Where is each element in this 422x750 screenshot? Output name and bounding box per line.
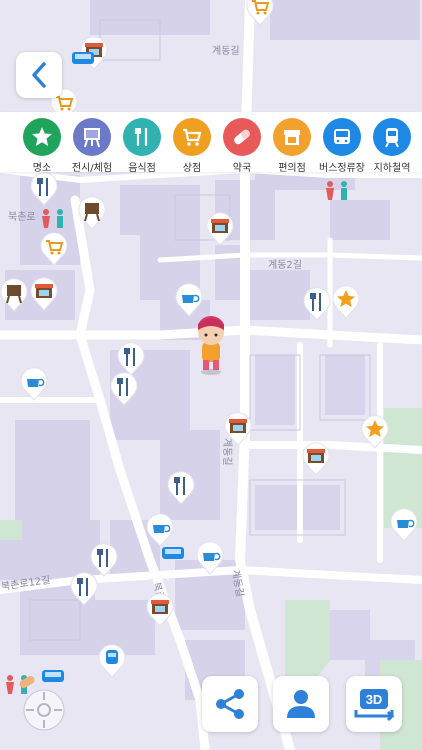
category-filter-bar: 명소 전시/체험 음식점 상점 약국 편의점 버스정류장 지하철역 bbox=[0, 112, 422, 174]
landmark-marker[interactable] bbox=[361, 415, 389, 449]
restaurant-marker[interactable] bbox=[30, 172, 58, 206]
easel-icon bbox=[7, 285, 21, 296]
cafe-marker[interactable] bbox=[20, 367, 48, 401]
restroom-marker[interactable] bbox=[320, 178, 356, 208]
coffee-icon bbox=[182, 295, 194, 303]
category-label: 음식점 bbox=[128, 163, 156, 174]
fork-knife-icon bbox=[123, 118, 161, 156]
coffee-icon bbox=[153, 525, 165, 533]
restaurant-marker[interactable] bbox=[167, 471, 195, 505]
easel-icon bbox=[73, 118, 111, 156]
street-label: 계동2길 bbox=[268, 260, 302, 271]
user-avatar[interactable] bbox=[190, 310, 232, 376]
bus-icon bbox=[323, 118, 361, 156]
restroom-icon bbox=[326, 181, 347, 200]
exhibition-marker[interactable] bbox=[0, 278, 28, 312]
cart-icon bbox=[173, 118, 211, 156]
star-icon bbox=[23, 118, 61, 156]
3d-view-button[interactable]: 3D bbox=[346, 676, 402, 732]
category-restaurant[interactable]: 음식점 bbox=[117, 118, 167, 174]
category-label: 상점 bbox=[182, 163, 202, 174]
chevron-left-icon bbox=[32, 62, 46, 88]
exhibition-marker[interactable] bbox=[78, 196, 106, 230]
subway-icon bbox=[373, 118, 411, 156]
category-exhibition[interactable]: 전시/체험 bbox=[67, 118, 117, 174]
share-button[interactable] bbox=[202, 676, 258, 732]
bus-stop-marker[interactable] bbox=[70, 50, 96, 68]
cafe-marker[interactable] bbox=[196, 541, 224, 575]
landmark-marker[interactable] bbox=[332, 285, 360, 319]
restaurant-marker[interactable] bbox=[117, 342, 145, 376]
category-subway[interactable]: 지하철역 bbox=[367, 118, 417, 174]
coffee-icon bbox=[27, 379, 39, 387]
convenience-store-marker[interactable] bbox=[206, 212, 234, 246]
category-label: 전시/체험 bbox=[71, 163, 113, 174]
convenience-store-marker[interactable] bbox=[30, 277, 58, 311]
profile-button[interactable] bbox=[273, 676, 329, 732]
coffee-icon bbox=[397, 520, 409, 528]
bus-stop-marker[interactable] bbox=[40, 668, 66, 686]
convenience-store-marker[interactable] bbox=[302, 442, 330, 476]
restaurant-marker[interactable] bbox=[303, 287, 331, 321]
category-shop[interactable]: 상점 bbox=[167, 118, 217, 174]
category-pharmacy[interactable]: 약국 bbox=[217, 118, 267, 174]
cafe-marker[interactable] bbox=[146, 513, 174, 547]
category-bus-stop[interactable]: 버스정류장 bbox=[317, 118, 367, 174]
cafe-marker[interactable] bbox=[390, 508, 418, 542]
easel-icon bbox=[85, 203, 99, 214]
shop-marker[interactable] bbox=[40, 232, 68, 266]
person-icon bbox=[287, 690, 315, 718]
category-label: 약국 bbox=[232, 163, 252, 174]
coffee-icon bbox=[203, 553, 215, 561]
category-label: 명소 bbox=[32, 163, 52, 174]
street-label: 계동길 bbox=[212, 46, 240, 57]
location-control[interactable] bbox=[22, 688, 66, 732]
street-label: 북촌로 bbox=[8, 212, 36, 223]
bus-stop-marker[interactable] bbox=[160, 545, 186, 563]
store-icon bbox=[273, 118, 311, 156]
share-icon bbox=[216, 689, 244, 719]
pill-icon bbox=[223, 118, 261, 156]
back-button[interactable] bbox=[16, 52, 62, 98]
restroom-icon bbox=[42, 209, 63, 228]
category-label: 버스정류장 bbox=[319, 163, 365, 174]
category-convenience-store[interactable]: 편의점 bbox=[267, 118, 317, 174]
restaurant-marker[interactable] bbox=[110, 372, 138, 406]
category-label: 지하철역 bbox=[373, 163, 411, 174]
shop-marker[interactable] bbox=[246, 0, 274, 26]
category-label: 편의점 bbox=[278, 163, 306, 174]
restaurant-marker[interactable] bbox=[70, 572, 98, 606]
restroom-marker[interactable] bbox=[36, 206, 72, 236]
convenience-store-marker[interactable] bbox=[146, 593, 174, 627]
3d-label: 3D bbox=[366, 692, 383, 707]
3d-view-icon: 3D bbox=[354, 689, 395, 722]
subway-marker[interactable] bbox=[98, 644, 126, 678]
convenience-store-marker[interactable] bbox=[224, 412, 252, 446]
category-attraction[interactable]: 명소 bbox=[17, 118, 67, 174]
